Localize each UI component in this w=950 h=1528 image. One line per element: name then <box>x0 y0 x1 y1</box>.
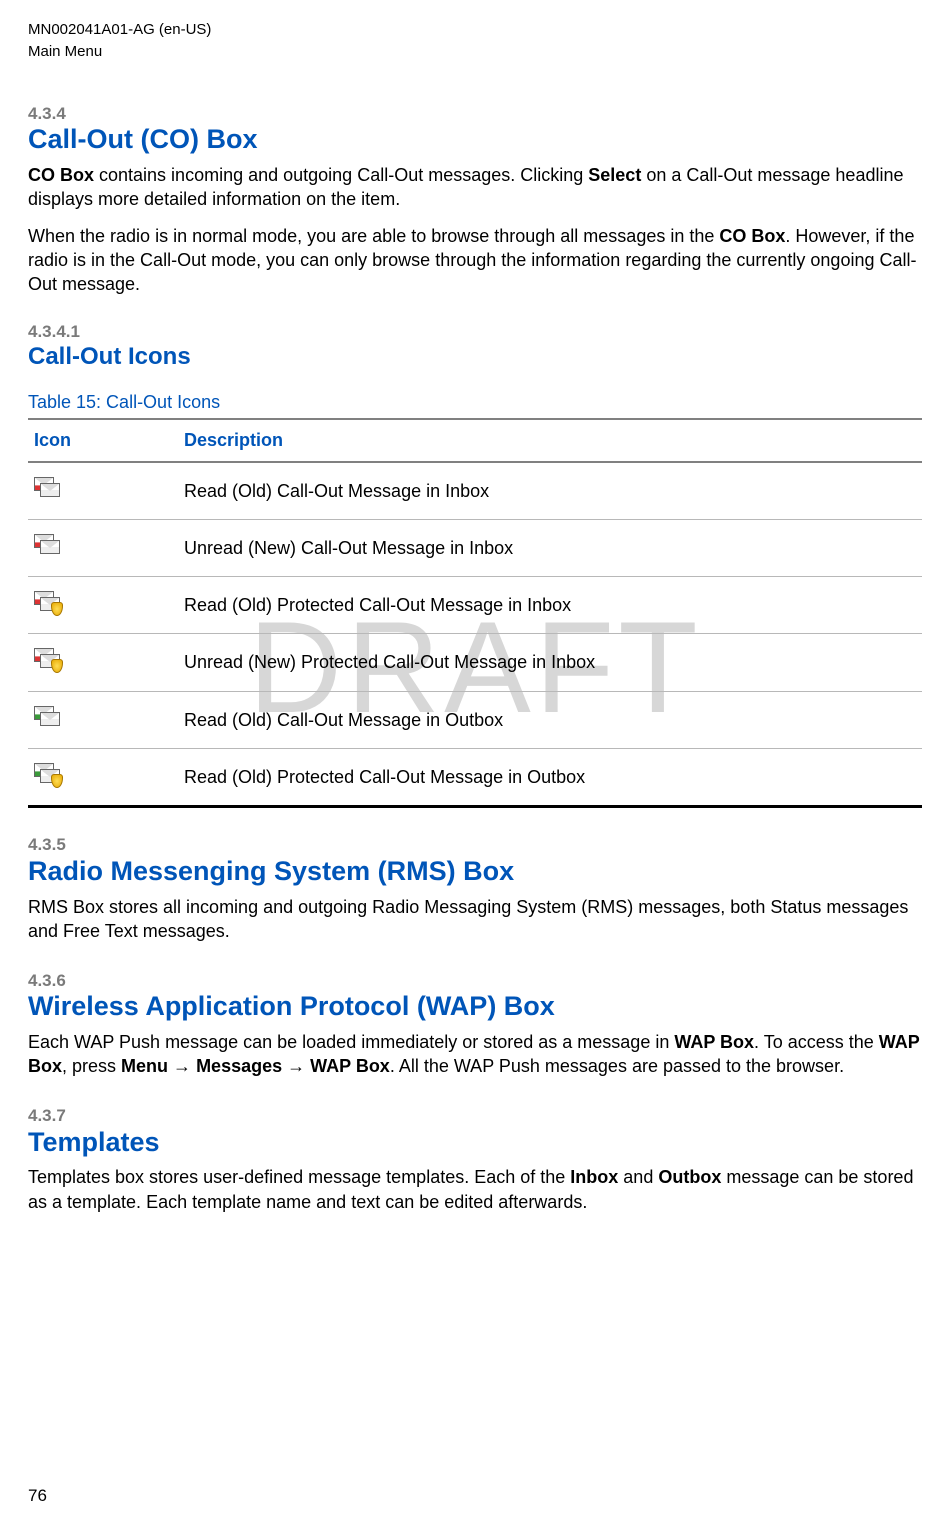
text-bold-co-box: CO Box <box>28 165 94 185</box>
section-title-templates: Templates <box>28 1128 922 1158</box>
section-title-call-out-icons: Call-Out Icons <box>28 344 922 370</box>
paragraph: RMS Box stores all incoming and outgoing… <box>28 895 922 944</box>
envelope-read-protected-inbox-icon <box>34 591 60 613</box>
table-header-description: Description <box>178 419 922 461</box>
section-number-437: 4.3.7 <box>28 1105 922 1128</box>
table-row: Unread (New) Call-Out Message in Inbox <box>28 519 922 576</box>
page-number: 76 <box>28 1485 47 1508</box>
table-row: Read (Old) Call-Out Message in Outbox <box>28 691 922 748</box>
envelope-read-inbox-icon <box>34 477 60 499</box>
call-out-icons-table: Icon Description Read (Old) Call-Out Mes… <box>28 418 922 808</box>
text: and <box>618 1167 658 1187</box>
table-row: Read (Old) Protected Call-Out Message in… <box>28 749 922 807</box>
table-cell-icon <box>28 749 178 807</box>
section-number-435: 4.3.5 <box>28 834 922 857</box>
paragraph: When the radio is in normal mode, you ar… <box>28 224 922 297</box>
doc-id: MN002041A01-AG (en-US) <box>28 20 922 40</box>
text-bold-outbox: Outbox <box>658 1167 721 1187</box>
table-cell-icon <box>28 462 178 520</box>
table-cell-description: Read (Old) Call-Out Message in Outbox <box>178 691 922 748</box>
paragraph: CO Box contains incoming and outgoing Ca… <box>28 163 922 212</box>
envelope-read-protected-outbox-icon <box>34 763 60 785</box>
text-bold-menu: Menu <box>121 1056 168 1076</box>
table-row: Read (Old) Call-Out Message in Inbox <box>28 462 922 520</box>
table-cell-description: Unread (New) Protected Call-Out Message … <box>178 634 922 691</box>
table-cell-icon <box>28 634 178 691</box>
table-cell-description: Read (Old) Call-Out Message in Inbox <box>178 462 922 520</box>
table-cell-icon <box>28 519 178 576</box>
text-bold-co-box: CO Box <box>719 226 785 246</box>
section-title-wap-box: Wireless Application Protocol (WAP) Box <box>28 992 922 1022</box>
text-arrow: → <box>168 1056 196 1076</box>
envelope-read-outbox-icon <box>34 706 60 728</box>
paragraph: Templates box stores user-defined messag… <box>28 1165 922 1214</box>
table-caption: Table 15: Call-Out Icons <box>28 390 922 414</box>
breadcrumb-section: Main Menu <box>28 42 922 62</box>
text: . All the WAP Push messages are passed t… <box>390 1056 844 1076</box>
text: , press <box>62 1056 121 1076</box>
text-bold-inbox: Inbox <box>570 1167 618 1187</box>
table-row: Unread (New) Protected Call-Out Message … <box>28 634 922 691</box>
section-title-rms-box: Radio Messenging System (RMS) Box <box>28 857 922 887</box>
section-number-434: 4.3.4 <box>28 103 922 126</box>
table-cell-icon <box>28 577 178 634</box>
section-number-436: 4.3.6 <box>28 970 922 993</box>
table-cell-description: Read (Old) Protected Call-Out Message in… <box>178 577 922 634</box>
text-arrow: → <box>282 1056 310 1076</box>
envelope-unread-inbox-icon <box>34 534 60 556</box>
text: Templates box stores user-defined messag… <box>28 1167 570 1187</box>
section-title-co-box: Call-Out (CO) Box <box>28 125 922 155</box>
text: contains incoming and outgoing Call-Out … <box>94 165 588 185</box>
section-number-4341: 4.3.4.1 <box>28 321 922 344</box>
table-cell-icon <box>28 691 178 748</box>
text-bold-messages: Messages <box>196 1056 282 1076</box>
table-row: Read (Old) Protected Call-Out Message in… <box>28 577 922 634</box>
table-cell-description: Unread (New) Call-Out Message in Inbox <box>178 519 922 576</box>
envelope-unread-protected-inbox-icon <box>34 648 60 670</box>
text: . To access the <box>754 1032 879 1052</box>
text-bold-wap-box: WAP Box <box>674 1032 754 1052</box>
text: Each WAP Push message can be loaded imme… <box>28 1032 674 1052</box>
text: When the radio is in normal mode, you ar… <box>28 226 719 246</box>
text-bold-select: Select <box>588 165 641 185</box>
text-bold-wap-box: WAP Box <box>310 1056 390 1076</box>
table-cell-description: Read (Old) Protected Call-Out Message in… <box>178 749 922 807</box>
paragraph: Each WAP Push message can be loaded imme… <box>28 1030 922 1079</box>
table-header-icon: Icon <box>28 419 178 461</box>
